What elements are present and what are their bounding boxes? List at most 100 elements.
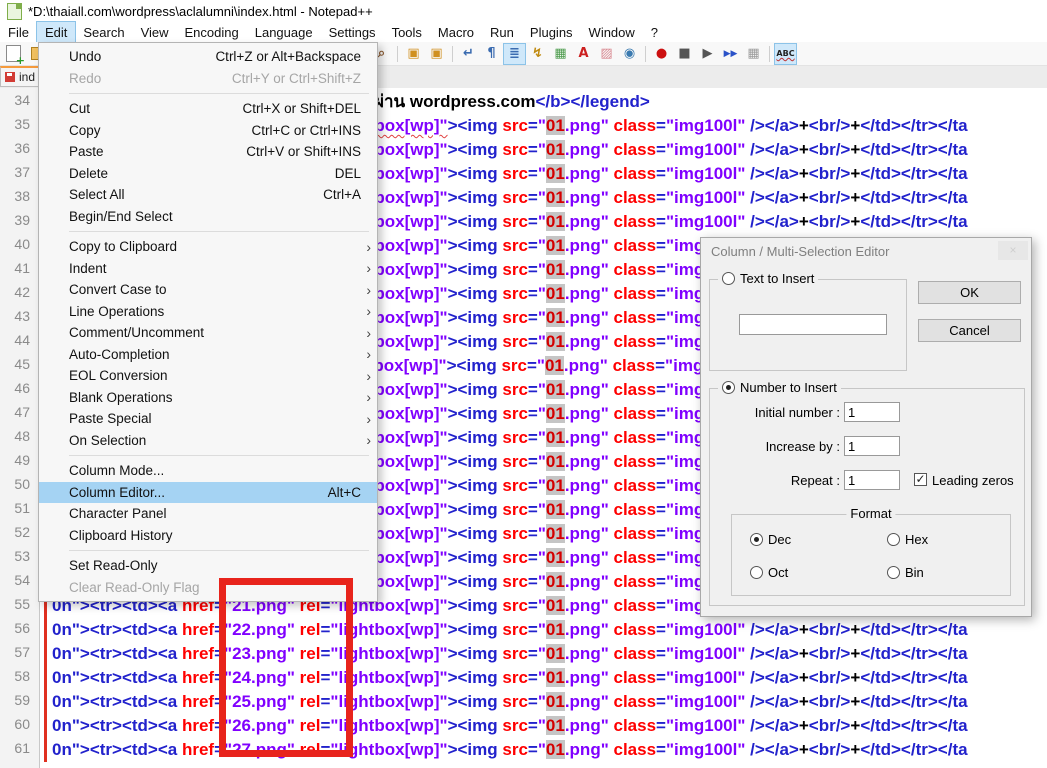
initial-number-input[interactable] xyxy=(844,402,900,422)
macro-save-icon[interactable]: ▦ xyxy=(743,44,764,64)
code-line-59[interactable]: 0n"><tr><td><a href="25.png" rel="lightb… xyxy=(52,690,968,714)
cancel-button[interactable]: Cancel xyxy=(918,319,1021,342)
code-line-60[interactable]: 0n"><tr><td><a href="26.png" rel="lightb… xyxy=(52,714,968,738)
edit-menu-item-column-editor[interactable]: Column Editor...Alt+C xyxy=(39,482,377,504)
menubar-item-file[interactable]: File xyxy=(0,22,37,42)
edit-menu-item-auto-completion[interactable]: Auto-Completion› xyxy=(39,344,377,366)
oct-radio[interactable] xyxy=(750,566,763,579)
edit-menu-item-character-panel[interactable]: Character Panel xyxy=(39,503,377,525)
ok-button[interactable]: OK xyxy=(918,281,1021,304)
tab-label: ind xyxy=(19,70,35,84)
dec-radio[interactable] xyxy=(750,533,763,546)
code-segment: src xyxy=(502,212,528,231)
code-segment: " xyxy=(538,716,546,735)
edit-menu-item-convert-case-to[interactable]: Convert Case to› xyxy=(39,279,377,301)
menubar-item-tools[interactable]: Tools xyxy=(384,22,430,42)
format-option-oct[interactable]: Oct xyxy=(750,565,788,580)
edit-menu-item-undo[interactable]: UndoCtrl+Z or Alt+Backspace xyxy=(39,46,377,68)
macro-play-icon[interactable]: ▶ xyxy=(697,44,718,64)
menubar-item-edit[interactable]: Edit xyxy=(37,22,75,42)
edit-menu-item-clipboard-history[interactable]: Clipboard History xyxy=(39,525,377,547)
code-line-61[interactable]: 0n"><tr><td><a href="27.png" rel="lightb… xyxy=(52,738,968,762)
menubar-item-search[interactable]: Search xyxy=(75,22,132,42)
edit-menu-item-indent[interactable]: Indent› xyxy=(39,258,377,280)
line-number: 41 xyxy=(0,260,30,276)
edit-menu-item-begin-end-select[interactable]: Begin/End Select xyxy=(39,206,377,228)
edit-menu-item-line-operations[interactable]: Line Operations› xyxy=(39,301,377,323)
edit-menu-item-redo[interactable]: RedoCtrl+Y or Ctrl+Shift+Z xyxy=(39,68,377,90)
menubar-item-settings[interactable]: Settings xyxy=(321,22,384,42)
menubar-item-plugins[interactable]: Plugins xyxy=(522,22,581,42)
menubar-item-run[interactable]: Run xyxy=(482,22,522,42)
show-all-characters-icon[interactable]: ¶ xyxy=(481,44,502,64)
leading-zeros-checkbox[interactable]: ✓ xyxy=(914,473,927,486)
code-line-56[interactable]: 0n"><tr><td><a href="22.png" rel="lightb… xyxy=(52,618,968,642)
new-file-icon[interactable] xyxy=(3,44,24,64)
edit-menu-item-delete[interactable]: DeleteDEL xyxy=(39,163,377,185)
edit-menu-item-column-mode[interactable]: Column Mode... xyxy=(39,460,377,482)
red-letter-doc-icon[interactable]: A xyxy=(573,44,594,64)
folder-workspace-icon[interactable]: ▨ xyxy=(596,44,617,64)
code-segment: <br/> xyxy=(809,212,851,231)
code-segment: src xyxy=(502,140,528,159)
edit-menu-item-select-all[interactable]: Select AllCtrl+A xyxy=(39,184,377,206)
menubar-item-help[interactable]: ? xyxy=(643,22,666,42)
text-to-insert-radio[interactable] xyxy=(722,272,735,285)
text-to-insert-input[interactable] xyxy=(739,314,887,335)
menu-item-label: Line Operations xyxy=(69,304,164,319)
increase-by-input[interactable] xyxy=(844,436,900,456)
view-first-doc-icon[interactable]: ▣ xyxy=(403,44,424,64)
word-wrap-icon[interactable]: ↵ xyxy=(458,44,479,64)
edit-menu-item-paste-special[interactable]: Paste Special› xyxy=(39,408,377,430)
code-segment: = xyxy=(528,260,538,279)
code-segment: class xyxy=(614,308,657,327)
code-segment: src xyxy=(502,188,528,207)
code-segment: + xyxy=(850,188,860,207)
show-indent-guide-icon[interactable]: ≣ xyxy=(504,44,525,64)
monitoring-icon[interactable]: ◉ xyxy=(619,44,640,64)
menubar-item-window[interactable]: Window xyxy=(581,22,643,42)
menubar-item-macro[interactable]: Macro xyxy=(430,22,482,42)
code-segment: class xyxy=(614,548,657,567)
document-map-icon[interactable]: ▦ xyxy=(550,44,571,64)
code-segment: .png" xyxy=(565,332,609,351)
format-option-bin[interactable]: Bin xyxy=(887,565,924,580)
macro-stop-icon[interactable]: ■ xyxy=(674,44,695,64)
code-segment: class xyxy=(614,620,657,639)
bin-radio[interactable] xyxy=(887,566,900,579)
edit-menu-item-on-selection[interactable]: On Selection› xyxy=(39,430,377,452)
code-line-57[interactable]: 0n"><tr><td><a href="23.png" rel="lightb… xyxy=(52,642,968,666)
code-segment: ><img xyxy=(448,716,503,735)
menubar-item-language[interactable]: Language xyxy=(247,22,321,42)
code-segment: </td></tr></ta xyxy=(860,212,967,231)
macro-run-multiple-icon[interactable]: ▶▶ xyxy=(720,44,741,64)
repeat-input[interactable] xyxy=(844,470,900,490)
view-second-doc-icon[interactable]: ▣ xyxy=(426,44,447,64)
code-segment: + xyxy=(850,164,860,183)
code-segment: ><img xyxy=(448,428,503,447)
format-option-dec[interactable]: Dec xyxy=(750,532,791,547)
doc-lightning-icon[interactable]: ↯ xyxy=(527,44,548,64)
edit-menu-item-copy-to-clipboard[interactable]: Copy to Clipboard› xyxy=(39,236,377,258)
macro-record-icon[interactable]: ● xyxy=(651,44,672,64)
edit-menu-item-set-read-only[interactable]: Set Read-Only xyxy=(39,555,377,577)
spell-check-icon[interactable]: ABC xyxy=(775,44,796,64)
menubar-item-encoding[interactable]: Encoding xyxy=(177,22,247,42)
code-segment: src xyxy=(502,428,528,447)
code-segment: href xyxy=(182,716,214,735)
edit-menu-item-eol-conversion[interactable]: EOL Conversion› xyxy=(39,365,377,387)
code-segment: class xyxy=(614,452,657,471)
edit-menu-item-blank-operations[interactable]: Blank Operations› xyxy=(39,387,377,409)
format-option-hex[interactable]: Hex xyxy=(887,532,928,547)
edit-menu-item-comment-uncomment[interactable]: Comment/Uncomment› xyxy=(39,322,377,344)
menubar-item-view[interactable]: View xyxy=(133,22,177,42)
code-segment: = xyxy=(528,308,538,327)
code-line-58[interactable]: 0n"><tr><td><a href="24.png" rel="lightb… xyxy=(52,666,968,690)
code-segment: = xyxy=(656,572,666,591)
dialog-close-button[interactable]: × xyxy=(998,241,1028,260)
number-to-insert-radio[interactable] xyxy=(722,381,735,394)
edit-menu-item-copy[interactable]: CopyCtrl+C or Ctrl+INS xyxy=(39,120,377,142)
edit-menu-item-cut[interactable]: CutCtrl+X or Shift+DEL xyxy=(39,98,377,120)
hex-radio[interactable] xyxy=(887,533,900,546)
edit-menu-item-paste[interactable]: PasteCtrl+V or Shift+INS xyxy=(39,141,377,163)
